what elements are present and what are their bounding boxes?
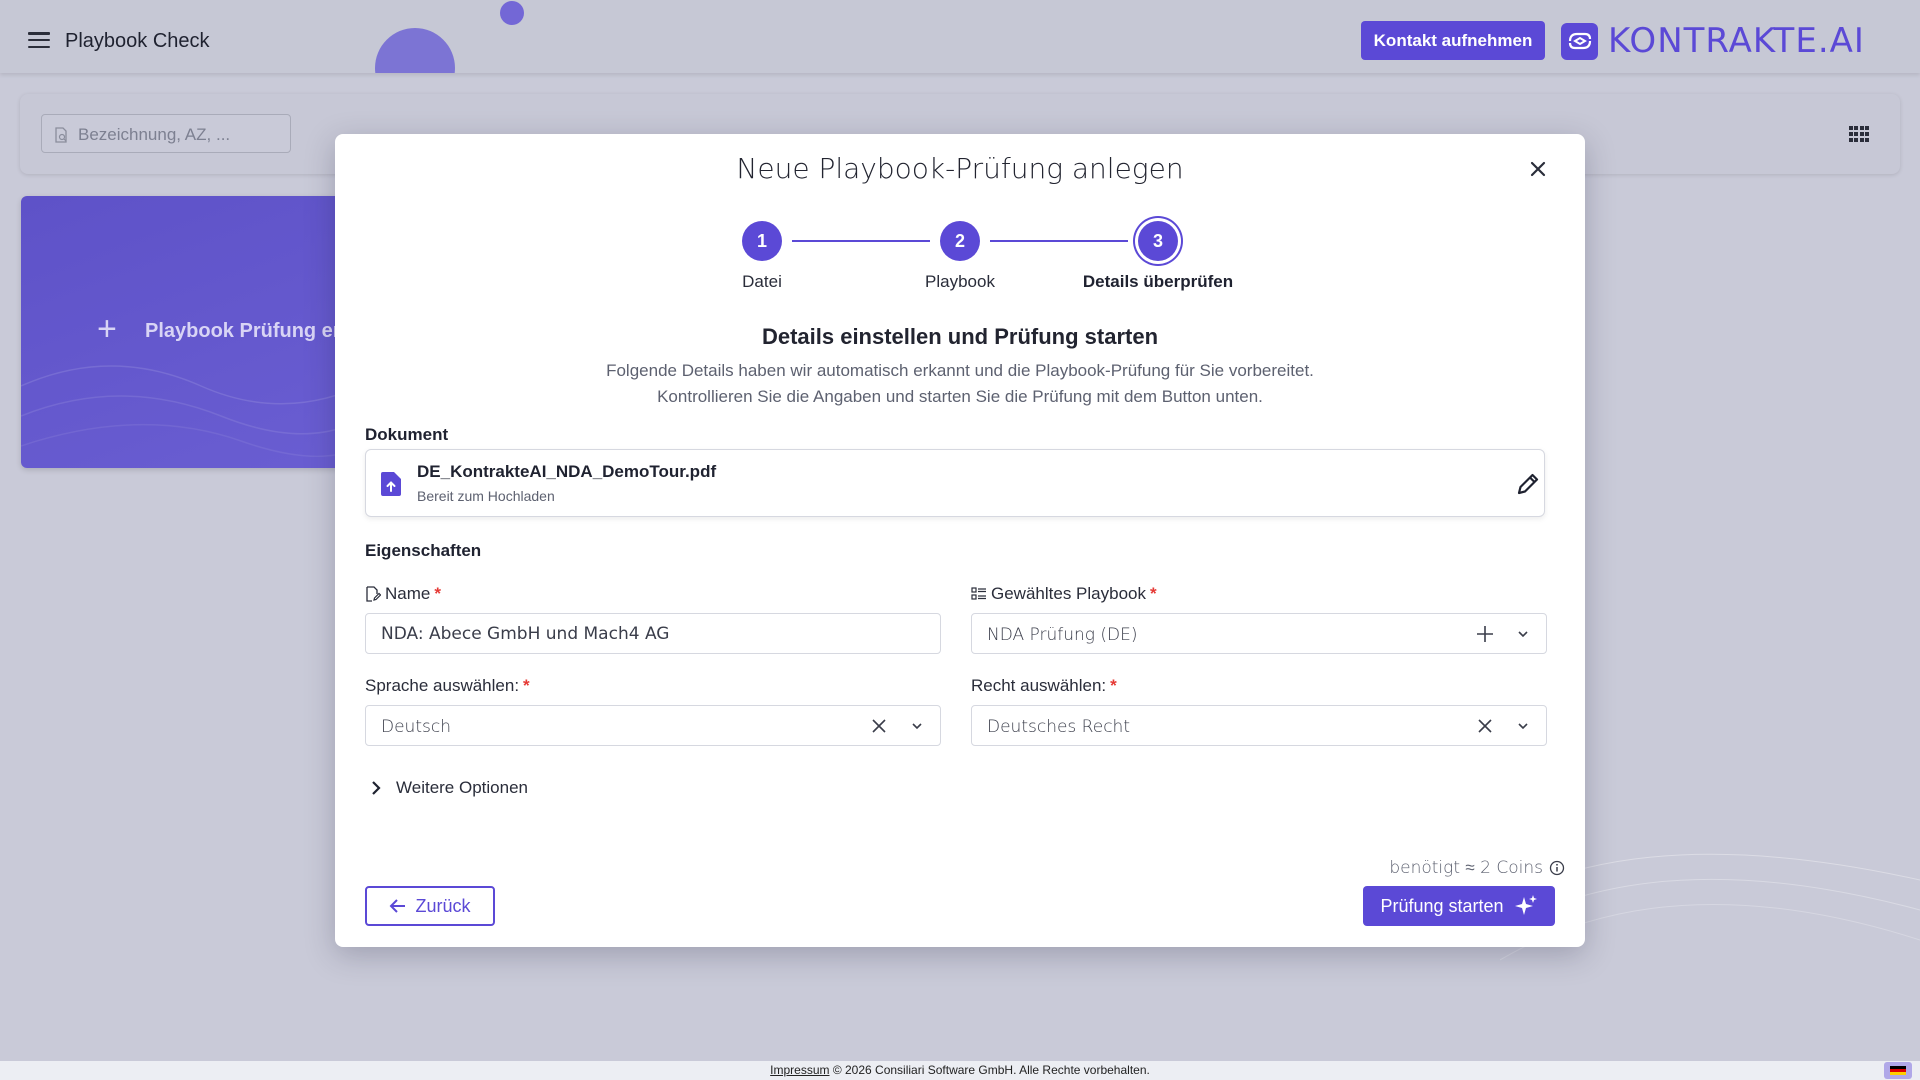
law-field-label: Recht auswählen: * xyxy=(971,676,1117,696)
step-1-label: Datei xyxy=(742,272,782,291)
file-upload-icon xyxy=(381,472,401,496)
document-status: Bereit zum Hochladen xyxy=(417,488,555,504)
chevron-down-icon[interactable] xyxy=(1512,715,1534,737)
arrow-left-icon xyxy=(390,899,406,913)
decorative-dot xyxy=(500,1,524,25)
required-marker: * xyxy=(434,584,441,603)
coins-cost-note: benötigt ≈ 2 Coins xyxy=(1385,858,1565,878)
law-select[interactable]: Deutsches Recht xyxy=(971,705,1547,746)
back-button[interactable]: Zurück xyxy=(365,886,495,926)
plus-icon: + xyxy=(97,310,117,348)
description-line-1: Folgende Details haben wir automatisch e… xyxy=(606,361,1314,380)
step-2-label: Playbook xyxy=(925,272,995,291)
section-heading: Details einstellen und Prüfung starten xyxy=(761,324,1159,349)
playbook-label-text: Gewähltes Playbook xyxy=(991,584,1146,603)
name-label-text: Name xyxy=(385,584,431,603)
playbook-select[interactable]: NDA Prüfung (DE) xyxy=(971,613,1547,654)
add-playbook-plus-icon[interactable] xyxy=(1474,623,1496,645)
language-field-label: Sprache auswählen: * xyxy=(365,676,530,696)
chevron-down-icon[interactable] xyxy=(1512,623,1534,645)
search-field[interactable]: Bezeichnung, AZ, ... xyxy=(41,114,291,153)
law-label-text: Recht auswählen: xyxy=(971,676,1107,695)
properties-label: Eigenschaften xyxy=(365,541,482,560)
impressum-link[interactable]: Impressum xyxy=(770,1063,829,1077)
required-marker: * xyxy=(1110,676,1117,695)
section-description: Folgende Details haben wir automatisch e… xyxy=(335,358,1585,410)
clear-x-icon[interactable] xyxy=(1474,715,1496,737)
more-options-toggle[interactable]: Weitere Optionen xyxy=(370,778,528,798)
stepper-connector xyxy=(792,240,930,242)
step-2-circle[interactable]: 2 xyxy=(940,221,980,261)
new-playbook-check-dialog: Neue Playbook-Prüfung anlegen 1 2 3 Date… xyxy=(335,134,1585,947)
more-options-label: Weitere Optionen xyxy=(396,778,528,797)
sparkles-icon xyxy=(1514,895,1537,915)
clear-x-icon[interactable] xyxy=(868,715,890,737)
language-label-text: Sprache auswählen: xyxy=(365,676,520,695)
hamburger-menu-icon[interactable] xyxy=(28,32,50,48)
language-flag-icon[interactable] xyxy=(1884,1062,1912,1079)
coins-text: benötigt ≈ 2 Coins xyxy=(1389,858,1543,878)
description-line-2: Kontrollieren Sie die Angaben und starte… xyxy=(657,387,1263,406)
name-input-field[interactable] xyxy=(366,614,940,653)
edit-pencil-icon[interactable] xyxy=(1514,470,1542,498)
required-marker: * xyxy=(1149,584,1157,603)
brand-logo[interactable]: KONTRAKTE.AI xyxy=(1561,21,1865,61)
start-button-label: Prüfung starten xyxy=(1380,895,1504,916)
search-placeholder: Bezeichnung, AZ, ... xyxy=(78,125,231,144)
close-icon[interactable] xyxy=(1525,156,1551,182)
document-label: Dokument xyxy=(365,425,449,444)
logo-mark-icon xyxy=(1561,22,1598,60)
document-filename: DE_KontrakteAI_NDA_DemoTour.pdf xyxy=(417,462,717,481)
contact-button[interactable]: Kontakt aufnehmen xyxy=(1361,21,1545,60)
step-3-circle[interactable]: 3 xyxy=(1138,221,1178,261)
create-playbook-check-card[interactable]: + Playbook Prüfung erstellen xyxy=(21,196,381,468)
card-wave-decoration xyxy=(21,365,381,458)
required-marker: * xyxy=(523,676,530,695)
info-icon[interactable] xyxy=(1549,860,1565,876)
grid-view-icon[interactable] xyxy=(1849,126,1869,142)
edit-document-icon xyxy=(366,586,381,602)
document-search-icon xyxy=(55,127,67,143)
app-title: Playbook Check xyxy=(65,30,210,52)
start-check-button[interactable]: Prüfung starten xyxy=(1363,886,1555,926)
chevron-down-icon[interactable] xyxy=(906,715,928,737)
logo-text: KONTRAKTE.AI xyxy=(1608,21,1865,61)
chevron-right-icon xyxy=(372,781,381,795)
top-bar: Playbook Check Kontakt aufnehmen KONTRAK… xyxy=(0,0,1920,73)
decorative-circle xyxy=(375,28,455,73)
step-3-label: Details überprüfen xyxy=(1082,272,1234,291)
playbook-select-value: NDA Prüfung (DE) xyxy=(987,625,1138,645)
dialog-title: Neue Playbook-Prüfung anlegen xyxy=(736,152,1184,185)
stepper-connector xyxy=(990,240,1128,242)
name-input[interactable] xyxy=(365,613,941,654)
name-field-label: Name * xyxy=(365,584,441,604)
footer: Impressum © 2026 Consiliari Software Gmb… xyxy=(0,1061,1920,1080)
document-card: DE_KontrakteAI_NDA_DemoTour.pdf Bereit z… xyxy=(365,449,1545,517)
checklist-icon xyxy=(971,587,986,600)
step-1-circle[interactable]: 1 xyxy=(742,221,782,261)
playbook-field-label: Gewähltes Playbook * xyxy=(971,584,1157,604)
back-button-label: Zurück xyxy=(415,895,471,916)
copyright-text: © 2026 Consiliari Software GmbH. Alle Re… xyxy=(829,1063,1150,1077)
language-select[interactable]: Deutsch xyxy=(365,705,941,746)
law-select-value: Deutsches Recht xyxy=(987,717,1130,737)
language-select-value: Deutsch xyxy=(381,717,451,737)
